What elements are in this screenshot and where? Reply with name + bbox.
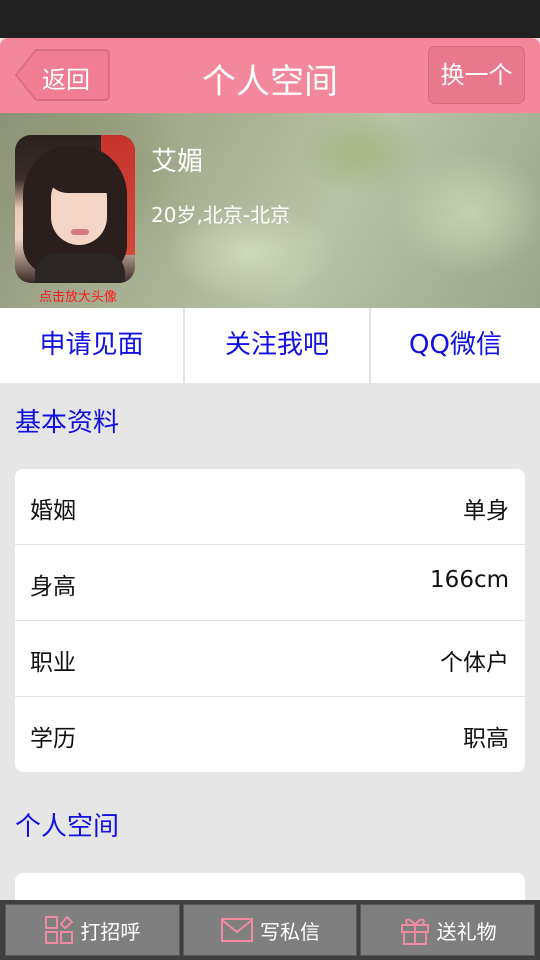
switch-button[interactable]: 换一个 <box>428 46 525 104</box>
avatar[interactable] <box>15 135 135 283</box>
personal-space-title: 个人空间 <box>15 812 120 842</box>
info-value: 个体户 <box>440 650 509 676</box>
write-message-button[interactable]: 写私信 <box>182 904 358 956</box>
greet-label: 打招呼 <box>80 919 141 944</box>
info-label: 学历 <box>30 726 76 752</box>
info-value: 单身 <box>463 498 509 524</box>
avatar-shirt <box>35 253 125 283</box>
send-gift-label: 送礼物 <box>436 919 497 944</box>
status-bar <box>0 0 540 38</box>
info-row-education: 学历 职高 <box>15 697 525 772</box>
qq-wechat-button[interactable]: QQ微信 <box>371 308 540 383</box>
profile-header: 点击放大头像 艾媚 20岁,北京-北京 <box>0 113 540 308</box>
greet-button[interactable]: 打招呼 <box>5 904 180 956</box>
user-age-location: 20岁,北京-北京 <box>151 203 291 227</box>
info-label: 身高 <box>30 574 76 600</box>
basic-info-title: 基本资料 <box>15 408 120 438</box>
info-label: 职业 <box>30 650 76 676</box>
title-bar: 返回 个人空间 换一个 <box>0 38 540 113</box>
avatar-lips <box>71 229 89 235</box>
info-row-marriage: 婚姻 单身 <box>15 469 525 545</box>
avatar-fringe <box>45 153 115 193</box>
info-value: 职高 <box>463 726 509 752</box>
follow-me-button[interactable]: 关注我吧 <box>185 308 371 383</box>
info-row-height: 身高 166cm <box>15 545 525 621</box>
request-meeting-button[interactable]: 申请见面 <box>0 308 185 383</box>
user-name: 艾媚 <box>151 147 204 177</box>
mail-icon <box>221 918 253 942</box>
write-message-label: 写私信 <box>260 919 320 944</box>
info-row-occupation: 职业 个体户 <box>15 621 525 697</box>
bottom-bar: 打招呼 写私信 送礼物 <box>0 900 540 960</box>
basic-info-card: 婚姻 单身 身高 166cm 职业 个体户 学历 职高 <box>15 469 525 772</box>
avatar-caption[interactable]: 点击放大头像 <box>15 286 141 305</box>
info-label: 婚姻 <box>30 498 76 524</box>
gift-icon <box>400 918 429 945</box>
info-value: 166cm <box>430 567 509 593</box>
greet-icon <box>45 915 74 944</box>
action-bar: 申请见面 关注我吧 QQ微信 <box>0 308 540 383</box>
send-gift-button[interactable]: 送礼物 <box>360 904 536 956</box>
